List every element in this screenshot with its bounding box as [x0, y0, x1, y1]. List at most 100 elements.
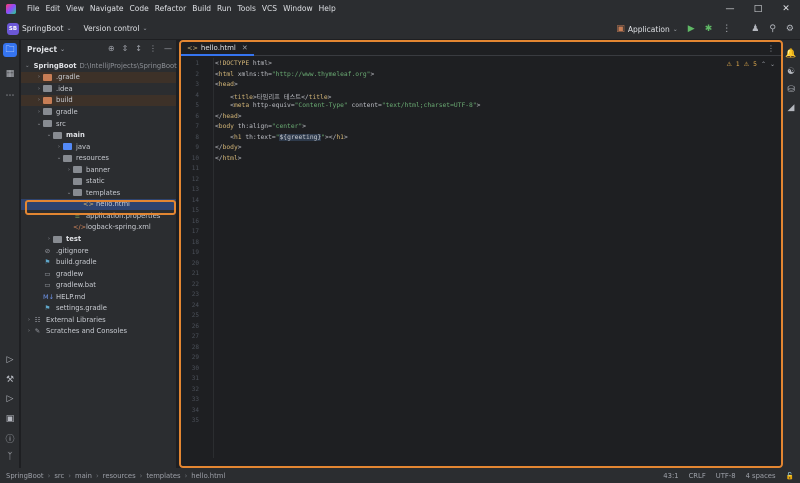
chevron-right-icon[interactable]: › [55, 144, 63, 150]
tree-item-src[interactable]: ⌄ src [21, 118, 176, 130]
chevron-right-icon[interactable]: › [65, 167, 73, 173]
chevron-right-icon[interactable]: › [25, 328, 33, 334]
menu-run[interactable]: Run [214, 0, 234, 18]
indent-setting[interactable]: 4 spaces [746, 472, 776, 480]
vcs-selector[interactable]: Version control ⌄ [84, 24, 148, 33]
folder-icon [63, 143, 72, 151]
run-tool-icon[interactable]: ▷ [3, 392, 17, 406]
tree-item--gitignore[interactable]: ⊘ .gitignore [21, 245, 176, 257]
maximize-icon[interactable]: □ [744, 0, 772, 18]
tree-item-gradle[interactable]: › gradle [21, 106, 176, 118]
run-config-selector[interactable]: ▣ Application ⌄ [616, 24, 677, 34]
breadcrumb-item[interactable]: hello.html [191, 472, 225, 480]
menu-edit[interactable]: Edit [43, 0, 64, 18]
intellij-logo-icon [6, 4, 16, 14]
database-icon[interactable]: ⛁ [784, 83, 798, 97]
hide-icon[interactable]: — [164, 44, 172, 53]
tree-item-settings-gradle[interactable]: ⚑ settings.gradle [21, 303, 176, 315]
structure-tool-icon[interactable]: ▦ [3, 67, 17, 81]
menu-vcs[interactable]: VCS [259, 0, 280, 18]
chevron-right-icon[interactable]: › [25, 317, 33, 323]
tree-item-build-gradle[interactable]: ⚑ build.gradle [21, 256, 176, 268]
git-icon[interactable]: ᛉ [3, 450, 17, 464]
chevron-down-icon: ⌄ [66, 25, 72, 32]
tree-item--idea[interactable]: › .idea [21, 83, 176, 95]
notifications-icon[interactable]: 🔔 [784, 47, 798, 61]
chevron-right-icon[interactable]: › [35, 86, 43, 92]
chevron-down-icon[interactable]: ⌄ [55, 155, 63, 161]
debug-icon[interactable]: ✱ [705, 24, 713, 34]
expand-all-icon[interactable]: ↕ [135, 44, 142, 53]
tree-item-springboot[interactable]: ⌄ SpringBoot D:\IntelliJProjects\SpringBoo… [21, 60, 177, 72]
caret-position[interactable]: 43:1 [663, 472, 678, 480]
menu-navigate[interactable]: Navigate [87, 0, 127, 18]
collapse-all-icon[interactable]: ⇕ [122, 44, 129, 53]
chevron-down-icon[interactable]: ⌄ [45, 132, 53, 138]
breadcrumb-item[interactable]: SpringBoot [6, 472, 44, 480]
tree-item-banner[interactable]: › banner [21, 164, 176, 176]
breadcrumb-item[interactable]: main [75, 472, 92, 480]
chevron-right-icon[interactable]: › [45, 236, 53, 242]
tree-item-logback-spring-xml[interactable]: </> logback-spring.xml [21, 222, 176, 234]
gradle-icon[interactable]: ☯ [784, 65, 798, 79]
locate-icon[interactable]: ⊕ [108, 44, 115, 53]
breadcrumb-item[interactable]: resources [103, 472, 136, 480]
tree-item-build[interactable]: › build [21, 94, 176, 107]
add-user-icon[interactable]: ♟ [751, 24, 759, 34]
menu-help[interactable]: Help [316, 0, 339, 18]
menu-refactor[interactable]: Refactor [152, 0, 189, 18]
tree-item--gradle[interactable]: › .gradle [21, 71, 176, 84]
menu-view[interactable]: View [63, 0, 87, 18]
services-icon[interactable]: ▷ [3, 353, 17, 367]
menu-file[interactable]: File [24, 0, 43, 18]
line-separator[interactable]: CRLF [689, 472, 706, 480]
chevron-right-icon[interactable]: › [35, 74, 43, 80]
tree-item-label: .idea [56, 84, 73, 93]
tree-item-java[interactable]: › java [21, 141, 176, 153]
tree-item-external-libraries[interactable]: › ☷ External Libraries [21, 314, 176, 326]
file-encoding[interactable]: UTF-8 [716, 472, 736, 480]
project-tool-icon[interactable]: 🗀 [3, 43, 17, 57]
file-file-icon: ▭ [44, 269, 51, 278]
endpoints-icon[interactable]: ◢ [784, 101, 798, 115]
more-tools-icon[interactable]: ⋯ [3, 89, 17, 103]
search-icon[interactable]: ⚲ [769, 24, 776, 34]
tree-item-gradlew-bat[interactable]: ▭ gradlew.bat [21, 279, 176, 291]
breadcrumb-item[interactable]: src [54, 472, 64, 480]
tree-item-static[interactable]: static [21, 176, 176, 188]
project-badge[interactable]: SB [7, 22, 19, 35]
minimize-icon[interactable]: — [716, 0, 744, 18]
menu-code[interactable]: Code [127, 0, 152, 18]
menu-tools[interactable]: Tools [234, 0, 258, 18]
tree-item-label: .gitignore [56, 246, 89, 255]
run-icon[interactable]: ▶ [688, 24, 695, 34]
tree-item-test[interactable]: › test [21, 233, 176, 245]
breadcrumb-item[interactable]: templates [146, 472, 180, 480]
tree-item-main[interactable]: ⌄ main [21, 129, 176, 141]
problems-icon[interactable]: ⓘ [3, 431, 17, 445]
tree-item-gradlew[interactable]: ▭ gradlew [21, 268, 176, 280]
chevron-right-icon[interactable]: › [35, 97, 43, 103]
close-icon[interactable]: ✕ [772, 0, 800, 18]
tree-item-templates[interactable]: ⌄ templates [21, 187, 176, 199]
menu-window[interactable]: Window [280, 0, 316, 18]
settings-icon[interactable]: ⚙ [786, 24, 794, 34]
chevron-down-icon[interactable]: ⌄ [65, 190, 73, 196]
tree-item-help-md[interactable]: M↓ HELP.md [21, 291, 176, 303]
tree-item-scratches-and-consoles[interactable]: › ✎ Scratches and Consoles [21, 326, 176, 338]
lock-icon[interactable]: 🔓 [786, 472, 794, 480]
chevron-down-icon[interactable]: ⌄ [25, 63, 30, 69]
folder-icon [53, 235, 62, 243]
terminal-icon[interactable]: ▣ [3, 412, 17, 426]
tree-item-resources[interactable]: ⌄ resources [21, 152, 176, 164]
tree-item-label: static [86, 177, 105, 186]
menu-build[interactable]: Build [189, 0, 214, 18]
build-icon[interactable]: ⚒ [3, 373, 17, 387]
tree-item-label: gradle [56, 107, 78, 116]
more-icon[interactable]: ⋮ [149, 44, 157, 53]
chevron-down-icon[interactable]: ⌄ [35, 121, 43, 127]
project-selector[interactable]: SpringBoot ⌄ [22, 24, 72, 33]
more-icon[interactable]: ⋮ [722, 24, 731, 34]
chevron-right-icon[interactable]: › [35, 109, 43, 115]
folder-icon [43, 73, 52, 81]
